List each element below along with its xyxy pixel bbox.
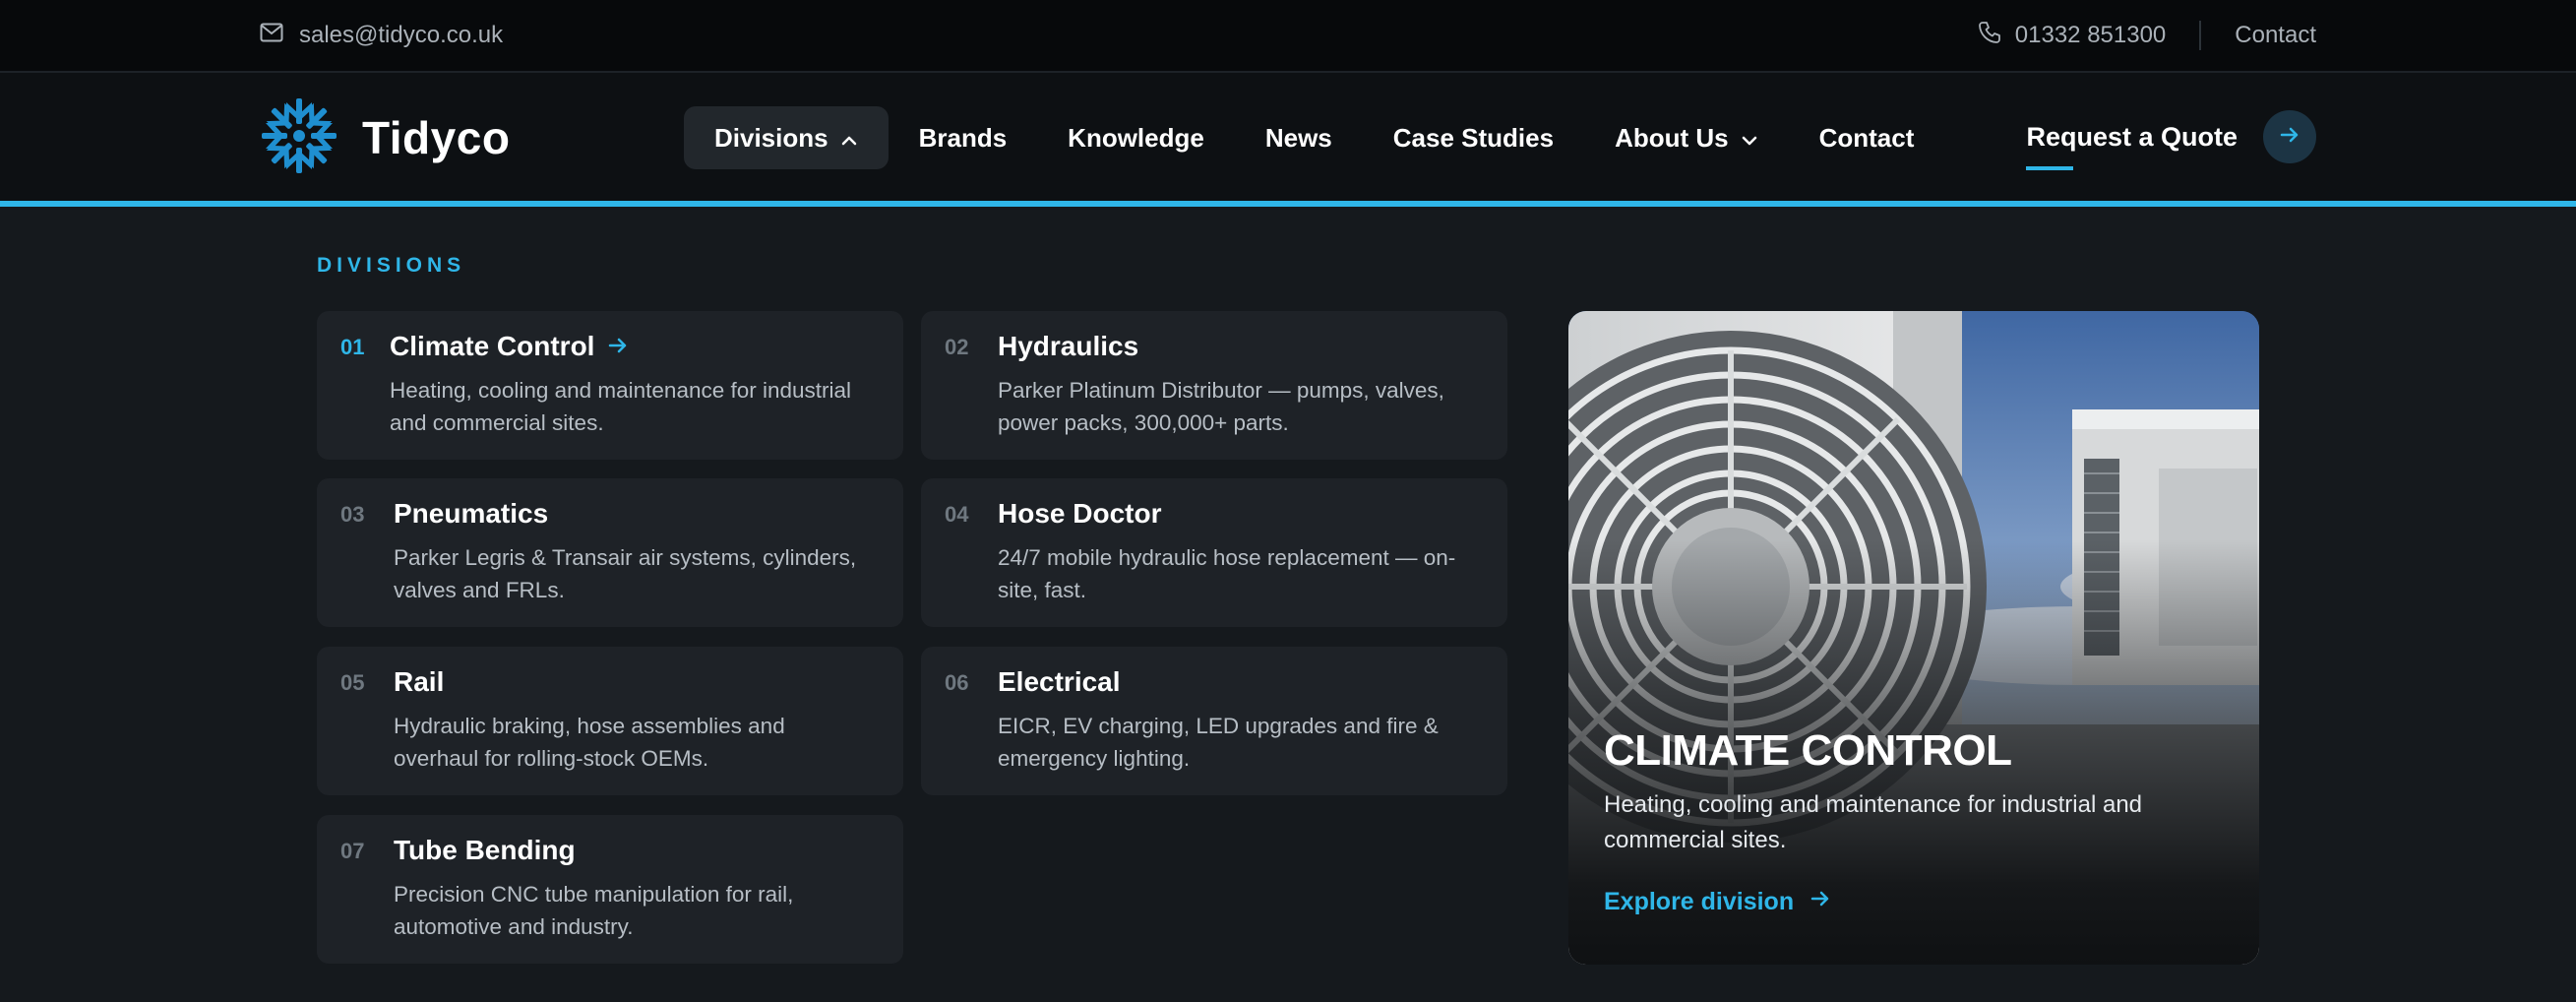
feature-gradient-overlay [1568, 311, 2259, 965]
division-number: 05 [340, 670, 365, 695]
division-number: 04 [945, 502, 969, 527]
division-description: Parker Legris & Transair air systems, cy… [394, 545, 857, 602]
division-description: Precision CNC tube manipulation for rail… [394, 882, 794, 939]
nav-item-label: News [1264, 122, 1332, 153]
request-quote-link[interactable]: Request a Quote [2026, 122, 2238, 170]
division-description: 24/7 mobile hydraulic hose replacement —… [998, 545, 1456, 602]
division-description: EICR, EV charging, LED upgrades and fire… [998, 714, 1439, 771]
feature-description: Heating, cooling and maintenance for ind… [1604, 791, 2143, 853]
request-quote-button[interactable] [2263, 110, 2316, 163]
division-title: Hydraulics [998, 331, 1139, 361]
explore-division-label: Explore division [1604, 888, 1795, 915]
feature-title: CLIMATE CONTROL [1604, 726, 2012, 775]
mail-icon [260, 22, 283, 49]
division-card-electrical[interactable]: 06 Electrical EICR, EV charging, LED upg… [921, 647, 1507, 795]
phone-link[interactable]: 01332 851300 [1978, 21, 2167, 51]
division-card-rail[interactable]: 05 Rail Hydraulic braking, hose assembli… [317, 647, 903, 795]
email-link[interactable]: sales@tidyco.co.uk [260, 20, 503, 51]
topbar-divider [2199, 21, 2202, 50]
division-title: Rail [394, 666, 445, 697]
explore-division-link[interactable]: Explore division [1604, 888, 1831, 916]
nav-item-brands[interactable]: Brands [889, 106, 1038, 169]
division-card-pneumatics[interactable]: 03 Pneumatics Parker Legris & Transair a… [317, 478, 903, 627]
nav-item-label: Case Studies [1392, 122, 1555, 153]
chevron-up-icon [840, 123, 858, 154]
nav-item-news[interactable]: News [1235, 106, 1363, 169]
division-number: 03 [340, 502, 365, 527]
nav-item-label: Knowledge [1068, 122, 1204, 153]
phone-text: 01332 851300 [2014, 22, 2167, 48]
topbar-contact-link[interactable]: Contact [2235, 22, 2316, 49]
division-description: Hydraulic braking, hose assemblies and o… [394, 714, 785, 771]
top-utility-bar: sales@tidyco.co.uk 01332 851300 Contact [0, 0, 2576, 73]
division-card-climate-control[interactable]: 01 Climate Control Heating, cooling and … [317, 311, 903, 460]
primary-nav: Divisions Brands Knowledge News Case Stu… [684, 106, 1944, 169]
chevron-down-icon [1741, 123, 1758, 154]
snowflake-logo-icon [258, 94, 340, 182]
divisions-section-label: DIVISIONS [317, 254, 466, 277]
phone-icon [1978, 21, 2001, 51]
arrow-right-icon [2279, 124, 2300, 151]
division-number: 02 [945, 335, 969, 359]
nav-item-label: About Us [1615, 122, 1729, 153]
division-title: Hose Doctor [998, 498, 1162, 529]
nav-item-label: Divisions [714, 122, 828, 153]
division-description: Parker Platinum Distributor — pumps, val… [998, 378, 1444, 435]
division-title: Pneumatics [394, 498, 549, 529]
division-card-tube-bending[interactable]: 07 Tube Bending Precision CNC tube manip… [317, 815, 903, 964]
division-number: 06 [945, 670, 969, 695]
nav-item-divisions[interactable]: Divisions [684, 106, 889, 169]
division-card-hose-doctor[interactable]: 04 Hose Doctor 24/7 mobile hydraulic hos… [921, 478, 1507, 627]
division-card-hydraulics[interactable]: 02 Hydraulics Parker Platinum Distributo… [921, 311, 1507, 460]
nav-item-knowledge[interactable]: Knowledge [1037, 106, 1235, 169]
division-description: Heating, cooling and maintenance for ind… [390, 378, 852, 435]
division-title: Climate Control [390, 331, 628, 362]
brand-name: Tidyco [362, 112, 511, 163]
division-title: Tube Bending [394, 835, 576, 865]
arrow-right-icon [1809, 888, 1831, 916]
division-number: 07 [340, 839, 365, 863]
division-number: 01 [340, 335, 365, 359]
nav-item-label: Brands [918, 122, 1008, 153]
nav-item-label: Contact [1818, 122, 1915, 153]
division-feature-panel[interactable]: CLIMATE CONTROL Heating, cooling and mai… [1568, 311, 2259, 965]
nav-accent-line [0, 201, 2576, 207]
nav-item-case-studies[interactable]: Case Studies [1363, 106, 1584, 169]
nav-item-contact[interactable]: Contact [1789, 106, 1945, 169]
division-title: Electrical [998, 666, 1121, 697]
division-title-text: Climate Control [390, 331, 595, 361]
email-text: sales@tidyco.co.uk [299, 22, 504, 48]
arrow-right-icon [608, 331, 628, 362]
logo[interactable]: Tidyco [258, 96, 510, 179]
nav-item-about-us[interactable]: About Us [1584, 106, 1789, 169]
